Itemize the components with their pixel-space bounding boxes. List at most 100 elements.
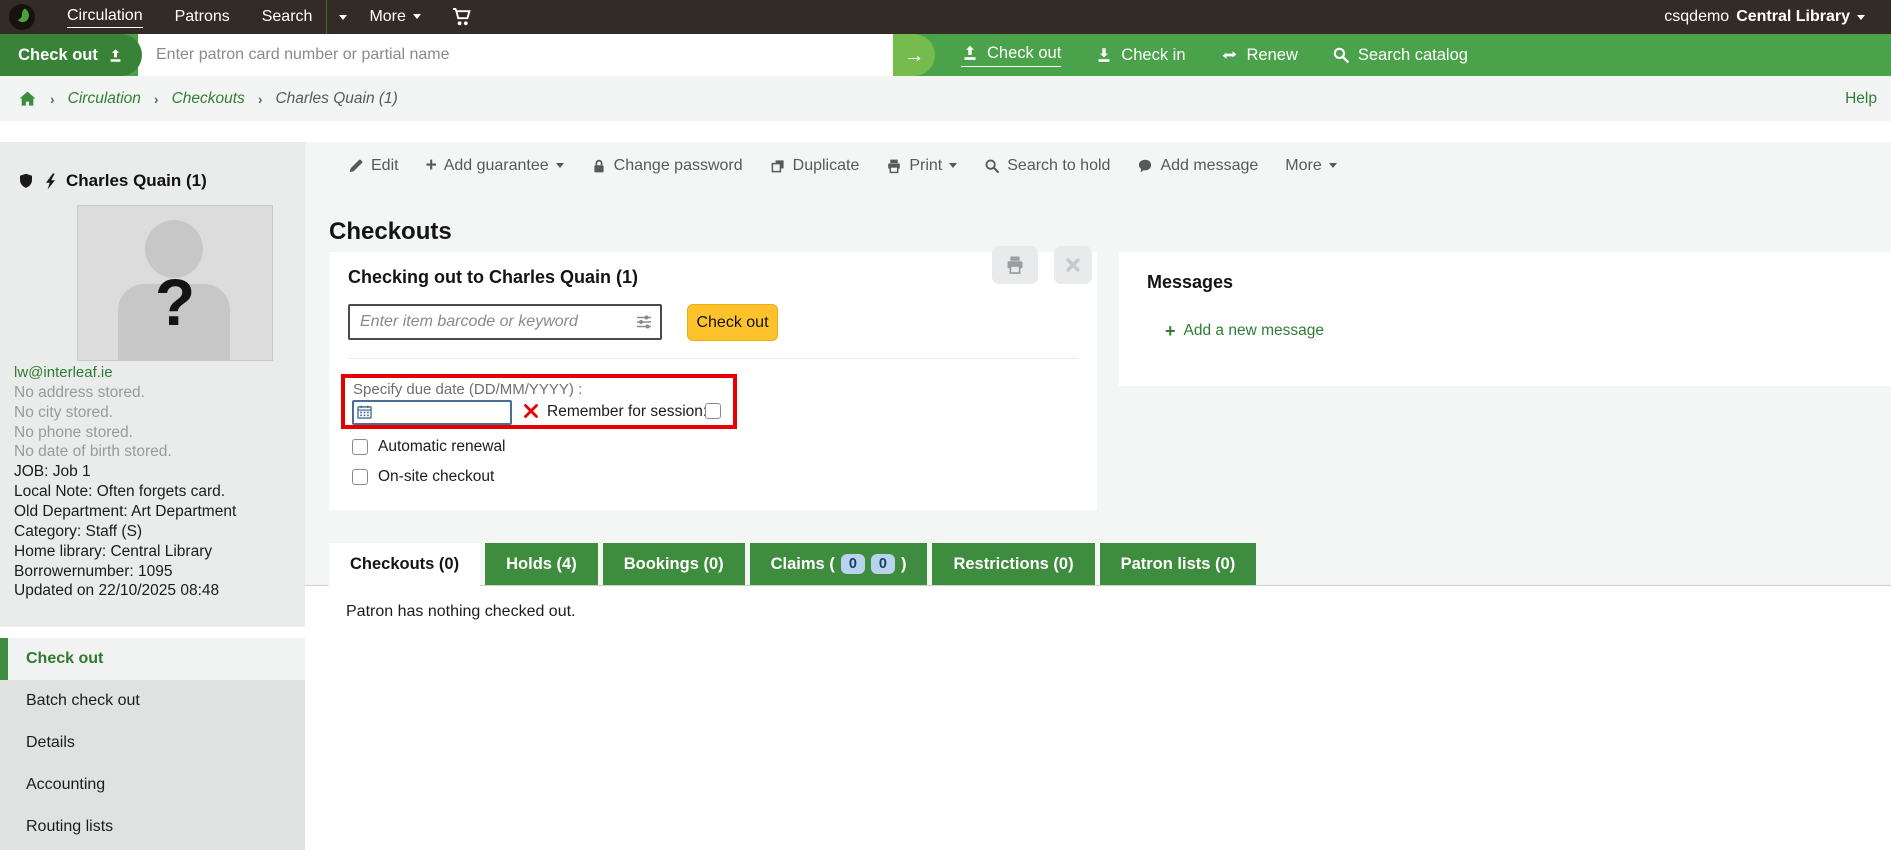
breadcrumb-current: Charles Quain (1) — [275, 89, 398, 107]
magnifier-icon — [985, 158, 1000, 173]
add-message-button[interactable]: Add message — [1137, 157, 1258, 175]
patron-detail-line: Category: Staff (S) — [14, 522, 143, 540]
remember-session-checkbox[interactable] — [705, 403, 721, 419]
tab-restrictions-0[interactable]: Restrictions (0) — [932, 543, 1095, 585]
onsite-checkout-row: On-site checkout — [352, 468, 494, 486]
cart-icon[interactable] — [451, 7, 473, 27]
speech-bubble-icon — [1139, 159, 1152, 172]
breadcrumb-checkouts[interactable]: Checkouts — [172, 90, 245, 108]
more-button[interactable]: More — [1285, 157, 1337, 175]
patron-info-panel: Charles Quain (1) ? lw@interleaf.ie No a… — [0, 142, 305, 627]
patron-section-menu: Check out Batch check out Details Accountin… — [0, 638, 305, 850]
search-mode-label: Check out — [18, 45, 98, 64]
lock-icon — [594, 159, 604, 172]
patron-detail-line: JOB: Job 1 — [14, 463, 91, 480]
patron-search-input[interactable] — [138, 34, 932, 76]
sidebar-item-check-out[interactable]: Check out — [0, 638, 305, 680]
nav-circulation[interactable]: Circulation — [67, 7, 143, 28]
breadcrumb-circulation[interactable]: Circulation — [68, 90, 141, 108]
print-button[interactable]: Print — [886, 157, 958, 175]
home-icon[interactable] — [18, 90, 37, 108]
quick-search-bar: Check out → Check out Check in — [0, 34, 1891, 76]
plus-icon: + — [425, 155, 437, 176]
tab-holds-4[interactable]: Holds (4) — [485, 543, 598, 585]
messages-title: Messages — [1147, 272, 1234, 292]
edit-button[interactable]: Edit — [348, 157, 399, 175]
patron-detail-line: Borrowernumber: 1095 — [14, 562, 173, 580]
bolt-icon — [43, 173, 57, 190]
tab-patron-lists-0[interactable]: Patron lists (0) — [1099, 543, 1257, 585]
patron-missing-line: No phone stored. — [14, 423, 133, 441]
claims-count-badge: 0 — [870, 554, 895, 574]
search-to-hold-button[interactable]: Search to hold — [984, 157, 1110, 175]
nav-more[interactable]: More — [369, 8, 421, 26]
quicklink-search-catalog[interactable]: Search catalog — [1332, 46, 1468, 65]
sidebar-item-accounting[interactable]: Accounting — [0, 764, 305, 806]
patron-detail-line: Home library: Central Library — [14, 542, 213, 560]
clear-date-icon[interactable] — [523, 403, 539, 419]
pencil-icon — [349, 159, 363, 172]
patron-detail-line: Updated on 22/10/2025 08:48 — [14, 582, 220, 600]
search-dropdown-caret-icon[interactable] — [339, 14, 348, 20]
print-slip-button[interactable] — [992, 246, 1038, 284]
item-barcode-input[interactable] — [348, 304, 662, 340]
patron-missing-info: No address stored. No city stored. No phon… — [14, 383, 172, 462]
sliders-icon[interactable] — [635, 313, 653, 331]
checkout-upload-icon — [107, 47, 124, 64]
due-date-input[interactable] — [352, 400, 512, 425]
plus-icon: + — [1165, 321, 1176, 341]
patron-missing-line: No date of birth stored. — [14, 443, 172, 461]
nav-patrons[interactable]: Patrons — [175, 8, 230, 26]
search-submit-button[interactable]: → — [893, 34, 935, 76]
close-icon[interactable] — [1054, 246, 1092, 284]
sidebar-item-details[interactable]: Details — [0, 722, 305, 764]
tab-bookings-0[interactable]: Bookings (0) — [602, 543, 745, 585]
claims-count-badge: 0 — [840, 554, 865, 574]
panel-divider — [348, 358, 1078, 359]
automatic-renewal-checkbox[interactable] — [352, 439, 368, 455]
duplicate-icon — [771, 159, 784, 172]
checking-out-panel: Checking out to Charles Quain (1) Check … — [329, 246, 1097, 510]
add-guarantee-button[interactable]: + Add guarantee — [426, 156, 564, 175]
patron-missing-line: No city stored. — [14, 403, 114, 421]
tab-content: Patron has nothing checked out. — [305, 585, 1891, 851]
shield-icon — [18, 173, 34, 190]
empty-checkouts-message: Patron has nothing checked out. — [346, 603, 576, 620]
printer-icon — [888, 159, 901, 173]
patron-missing-line: No address stored. — [14, 384, 145, 401]
nav-search[interactable]: Search — [262, 8, 313, 26]
current-library: Central Library — [1736, 8, 1850, 25]
due-date-highlight-box: Specify due date (DD/MM/YYYY) : Remember… — [341, 374, 737, 429]
quicklink-check-out[interactable]: Check out — [961, 44, 1062, 67]
sidebar-item-batch-check-out[interactable]: Batch check out — [0, 680, 305, 722]
quicklink-renew[interactable]: Renew — [1220, 46, 1298, 65]
breadcrumb: › Circulation › Checkouts › Charles Quai… — [0, 76, 1891, 121]
remember-session-label: Remember for session: — [547, 403, 708, 420]
patron-tabs: Checkouts (0) Holds (4) Bookings (0) Claims… — [329, 543, 1257, 586]
tab-checkouts-0[interactable]: Checkouts (0) — [329, 543, 481, 586]
quicklink-check-in[interactable]: Check in — [1095, 46, 1186, 65]
sidebar-item-routing-lists[interactable]: Routing lists — [0, 806, 305, 848]
change-password-button[interactable]: Change password — [591, 157, 743, 175]
search-mode-pill[interactable]: Check out — [0, 34, 142, 76]
patron-toolbar: Edit + Add guarantee Change password Dup… — [348, 156, 1337, 175]
printer-icon — [1007, 256, 1023, 274]
checking-out-heading: Checking out to Charles Quain (1) — [348, 267, 639, 287]
page-title: Checkouts — [329, 218, 452, 246]
nav-divider — [326, 0, 328, 34]
patron-details: JOB: Job 1 Local Note: Often forgets card… — [14, 462, 236, 601]
onsite-checkout-checkbox[interactable] — [352, 469, 368, 485]
help-link[interactable]: Help — [1845, 90, 1877, 108]
add-new-message-link[interactable]: + Add a new message — [1165, 322, 1324, 340]
logged-in-user: csqdemo — [1664, 8, 1730, 25]
duplicate-button[interactable]: Duplicate — [770, 157, 859, 175]
top-nav: Circulation Patrons Search More csqdemo … — [0, 0, 1891, 34]
tab-claims[interactable]: Claims (0 0) — [749, 543, 928, 585]
automatic-renewal-row: Automatic renewal — [352, 438, 506, 456]
patron-avatar: ? — [77, 205, 273, 361]
library-selector[interactable]: csqdemo Central Library — [1664, 8, 1865, 26]
koha-logo-icon[interactable] — [9, 4, 35, 30]
patron-email-link[interactable]: lw@interleaf.ie — [14, 364, 113, 381]
check-out-submit-button[interactable]: Check out — [687, 304, 778, 341]
due-date-label: Specify due date (DD/MM/YYYY) : — [353, 381, 583, 398]
